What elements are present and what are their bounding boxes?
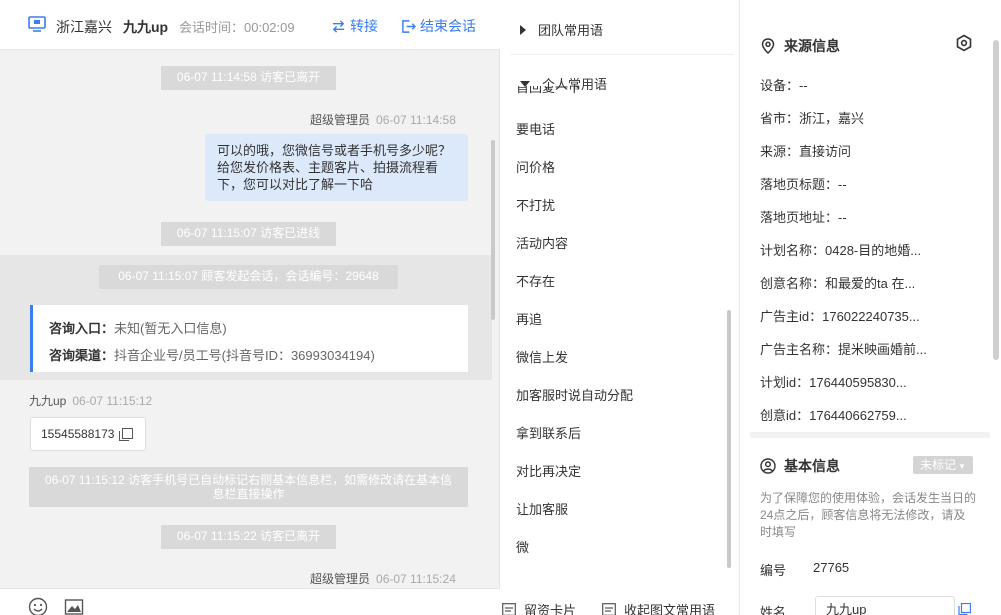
sender-name: 九九up — [29, 394, 67, 408]
basic-info-notice: 为了保障您的使用体验，会话发生当日的24点之后，顾客信息将无法修改，请及时填写 — [760, 491, 977, 539]
source-landing-title: 落地页标题：-- — [760, 177, 847, 192]
sender-name: 超级管理员 — [310, 572, 371, 586]
visitor-phone: 15545588173 — [41, 427, 115, 441]
emoji-icon[interactable] — [28, 597, 48, 615]
quick-replies-footer: 留资卡片 收起图文常用语 — [500, 598, 740, 615]
consult-channel-row: 咨询渠道：抖音企业号/员工号(抖音号ID：36993034194) — [49, 342, 452, 369]
transfer-label: 转接 — [350, 18, 378, 34]
source-info-title: 来源信息 — [784, 38, 840, 54]
end-conversation-label: 结束会话 — [420, 18, 476, 34]
quick-reply-item[interactable]: 再追 — [516, 309, 542, 328]
visitor-location: 浙江嘉兴 — [56, 19, 112, 35]
info-scrollbar[interactable] — [993, 40, 999, 360]
consult-entry-row: 咨询入口：未知(暂无入口信息) — [49, 315, 452, 342]
consult-channel-value: 抖音企业号/员工号(抖音号ID：36993034194) — [114, 348, 375, 363]
divider — [510, 54, 734, 55]
quick-reply-item-partial[interactable]: 首回复一下 — [516, 86, 581, 96]
lead-card-label: 留资卡片 — [524, 603, 577, 615]
quick-reply-item[interactable]: 不打扰 — [516, 195, 555, 214]
basic-info-title: 基本信息 — [784, 458, 840, 474]
source-advertiser-name: 广告主名称：提米映画婚前... — [760, 342, 927, 357]
location-pin-icon — [761, 38, 775, 54]
source-province: 省市：浙江，嘉兴 — [760, 111, 865, 126]
settings-icon[interactable] — [955, 34, 973, 52]
copy-icon[interactable] — [119, 428, 133, 441]
source-creative-id: 创意id：176440662759... — [760, 408, 907, 423]
visitor-name-field[interactable]: 九九up — [815, 596, 955, 615]
collapse-phrases-button[interactable]: 收起图文常用语 — [602, 600, 715, 615]
consult-entry-label: 咨询入口： — [49, 321, 115, 336]
quick-reply-item[interactable]: 拿到联系后 — [516, 423, 581, 442]
quick-reply-item[interactable]: 微 — [516, 537, 529, 556]
quick-reply-item[interactable]: 让加客服 — [516, 499, 568, 518]
exit-icon — [402, 19, 416, 33]
source-creative-name: 创意名称：和最爱的ta 在... — [760, 276, 916, 291]
agent-message-meta: 超级管理员 06-07 11:14:58 — [310, 111, 456, 128]
sender-name: 超级管理员 — [310, 113, 371, 127]
visitor-phone-bubble[interactable]: 15545588173 — [30, 417, 146, 451]
copy-icon[interactable] — [958, 603, 971, 615]
message-time: 06-07 11:14:58 — [376, 113, 456, 127]
quick-reply-item[interactable]: 要电话 — [516, 119, 555, 138]
quick-reply-item[interactable]: 微信上发 — [516, 347, 568, 366]
mark-status-label: 未标记 — [920, 458, 957, 472]
quick-replies-scrollbar[interactable] — [727, 310, 731, 568]
agent-message-bubble: 可以的哦，您微信号或者手机号多少呢？给您发价格表、主题客片、拍摄流程看下，您可以… — [205, 134, 468, 201]
quick-reply-item[interactable]: 活动内容 — [516, 233, 568, 252]
team-phrases-toggle[interactable]: 团队常用语 — [520, 20, 603, 39]
image-icon[interactable] — [64, 597, 84, 615]
source-plan-id: 计划id：176440595830... — [760, 375, 907, 390]
mark-status-dropdown[interactable]: 未标记 ▼ — [913, 456, 973, 474]
visitor-message-meta: 九九up 06-07 11:15:12 — [29, 392, 152, 409]
transfer-button[interactable]: 转接 — [331, 16, 378, 36]
user-icon — [760, 458, 776, 474]
basic-info-header: 基本信息 — [760, 456, 840, 476]
quick-reply-item[interactable]: 不存在 — [516, 271, 555, 290]
caret-down-icon: ▼ — [958, 462, 966, 471]
quick-reply-item[interactable]: 加客服时说自动分配 — [516, 385, 633, 404]
quick-replies-panel: 团队常用语 个人常用语 首回复一下 要电话 问价格 不打扰 活动内容 不存在 再… — [500, 0, 740, 615]
section-divider — [750, 432, 990, 438]
system-message: 06-07 11:15:22 访客已离开 — [161, 525, 336, 549]
consult-entry-value: 未知(暂无入口信息) — [114, 321, 227, 336]
visitor-name-label: 姓名 — [760, 605, 787, 615]
message-time: 06-07 11:15:12 — [72, 394, 153, 408]
visitor-id-value: 27765 — [813, 560, 850, 575]
consult-info-card: 咨询入口：未知(暂无入口信息) 咨询渠道：抖音企业号/员工号(抖音号ID：369… — [30, 305, 468, 372]
chat-header: 浙江嘉兴 九九up 会话时间：00:02:09 转接 结束会话 — [0, 0, 500, 50]
system-message: 06-07 11:15:07 访客已进线 — [161, 222, 336, 246]
consult-channel-label: 咨询渠道： — [49, 348, 115, 363]
chat-panel: 浙江嘉兴 九九up 会话时间：00:02:09 转接 结束会话 06-07 11… — [0, 0, 500, 615]
end-conversation-button[interactable]: 结束会话 — [401, 16, 476, 36]
message-time: 06-07 11:15:24 — [376, 572, 456, 586]
system-message: 06-07 11:14:58 访客已离开 — [161, 66, 336, 90]
transfer-icon — [332, 19, 345, 33]
source-advertiser-id: 广告主id：176022240735... — [760, 309, 920, 324]
visitor-info-panel: 来源信息 设备：-- 省市：浙江，嘉兴 来源：直接访问 落地页标题：-- 落地页… — [740, 0, 1001, 615]
visitor-id-label: 编号 — [760, 563, 787, 578]
system-message: 06-07 11:15:07 顾客发起会话，会话编号：29648 — [99, 265, 398, 289]
monitor-icon — [28, 16, 46, 32]
quick-reply-item[interactable]: 问价格 — [516, 157, 555, 176]
chat-scrollbar[interactable] — [491, 140, 495, 320]
source-info-header: 来源信息 — [760, 36, 840, 56]
lead-card-button[interactable]: 留资卡片 — [502, 600, 576, 615]
agent-message-meta: 超级管理员 06-07 11:15:24 — [310, 570, 456, 587]
source-device: 设备：-- — [760, 78, 808, 93]
document-icon — [602, 603, 616, 615]
team-phrases-label: 团队常用语 — [538, 23, 604, 38]
caret-right-icon — [520, 24, 526, 35]
collapse-phrases-label: 收起图文常用语 — [624, 603, 716, 615]
source-origin: 来源：直接访问 — [760, 144, 852, 159]
session-time: 会话时间：00:02:09 — [179, 20, 295, 35]
source-landing-url: 落地页地址：-- — [760, 210, 847, 225]
source-plan-name: 计划名称：0428-目的地婚... — [760, 243, 922, 258]
quick-reply-label: 首回复一下 — [516, 86, 582, 95]
chat-input-toolbar — [0, 588, 500, 615]
quick-reply-item[interactable]: 对比再决定 — [516, 461, 581, 480]
system-message: 06-07 11:15:12 访客手机号已自动标记右侧基本信息栏，如需修改请在基… — [29, 467, 468, 507]
card-icon — [502, 603, 516, 615]
visitor-name: 九九up — [123, 19, 169, 35]
